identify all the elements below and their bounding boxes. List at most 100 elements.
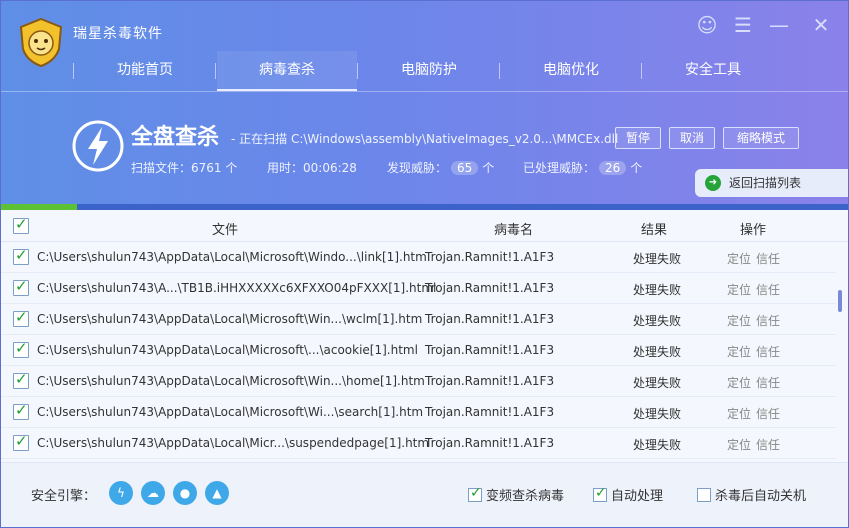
locate-link[interactable]: 定位 bbox=[727, 312, 751, 329]
table-row[interactable]: ✓ C:\Users\shulun743\A...\TB1B.iHHXXXXXc6… bbox=[1, 273, 836, 304]
nav-divider bbox=[215, 63, 216, 79]
trust-link[interactable]: 信任 bbox=[756, 405, 780, 422]
row-checkbox[interactable]: ✓ bbox=[13, 401, 29, 420]
tab-home[interactable]: 功能首页 bbox=[75, 51, 215, 91]
virus-name: Trojan.Ramnit!1.A1F3 bbox=[425, 405, 555, 419]
lightning-engine-icon[interactable]: ϟ bbox=[109, 481, 133, 505]
user-engine-icon[interactable]: ● bbox=[173, 481, 197, 505]
check-icon: ✓ bbox=[15, 215, 28, 233]
back-label: 返回扫描列表 bbox=[729, 176, 802, 190]
locate-link[interactable]: 定位 bbox=[727, 374, 751, 391]
trust-link[interactable]: 信任 bbox=[756, 281, 780, 298]
trust-link[interactable]: 信任 bbox=[756, 312, 780, 329]
cloud-engine-icon[interactable]: ☁ bbox=[141, 481, 165, 505]
scan-result: 处理失败 bbox=[633, 376, 682, 390]
locate-link[interactable]: 定位 bbox=[727, 250, 751, 267]
locate-link[interactable]: 定位 bbox=[727, 436, 751, 453]
check-icon: ✓ bbox=[15, 432, 28, 450]
virus-name: Trojan.Ramnit!1.A1F3 bbox=[425, 250, 555, 264]
trust-link[interactable]: 信任 bbox=[756, 374, 780, 391]
elapsed-time-stat: 用时：00:06:28 bbox=[267, 161, 357, 175]
tab-virus-scan[interactable]: 病毒查杀 bbox=[217, 51, 357, 91]
drive-engine-icon[interactable]: ▲ bbox=[205, 481, 229, 505]
arrow-right-icon: ➜ bbox=[705, 175, 721, 191]
compact-mode-button[interactable]: 缩略模式 bbox=[723, 127, 799, 149]
scan-current-file: - 正在扫描 C:\Windows\assembly\NativeImages_… bbox=[231, 132, 619, 146]
footer: 安全引擎： ϟ ☁ ● ▲ ✓ 变频查杀病毒 ✓ 自动处理 杀毒后自动关机 bbox=[1, 462, 848, 527]
cancel-button[interactable]: 取消 bbox=[669, 127, 715, 149]
skin-icon[interactable]: ☺ bbox=[693, 13, 721, 37]
column-file: 文件 bbox=[212, 223, 239, 238]
nav-divider bbox=[357, 63, 358, 79]
row-checkbox[interactable]: ✓ bbox=[13, 277, 29, 296]
check-icon: ✓ bbox=[470, 485, 482, 501]
scanned-files-stat: 扫描文件：6761 个 bbox=[131, 161, 238, 175]
scan-result: 处理失败 bbox=[633, 252, 682, 266]
table-header: ✓ 文件 病毒名 结果 操作 bbox=[1, 210, 848, 242]
row-checkbox[interactable]: ✓ bbox=[13, 339, 29, 358]
auto-shutdown-label: 杀毒后自动关机 bbox=[715, 489, 807, 504]
file-path: C:\Users\shulun743\AppData\Local\Microso… bbox=[37, 312, 423, 326]
table-scrollbar[interactable] bbox=[836, 242, 848, 462]
check-icon: ✓ bbox=[15, 308, 28, 326]
locate-link[interactable]: 定位 bbox=[727, 343, 751, 360]
pause-button[interactable]: 暂停 bbox=[615, 127, 661, 149]
unit-label: 个 bbox=[630, 161, 643, 175]
file-path: C:\Users\shulun743\AppData\Local\Microso… bbox=[37, 374, 425, 388]
threat-table: ✓ 文件 病毒名 结果 操作 ✓ C:\Users\shulun743\AppDa… bbox=[1, 210, 848, 462]
option-auto-shutdown[interactable]: 杀毒后自动关机 bbox=[697, 485, 806, 504]
nav-underline bbox=[1, 91, 848, 92]
tab-protection[interactable]: 电脑防护 bbox=[359, 51, 499, 91]
table-row[interactable]: ✓ C:\Users\shulun743\AppData\Local\Micros… bbox=[1, 366, 836, 397]
title-bar: 瑞星杀毒软件 ☺ ☰ — ✕ bbox=[1, 1, 848, 67]
column-result: 结果 bbox=[641, 223, 668, 238]
header: 瑞星杀毒软件 ☺ ☰ — ✕ 功能首页 病毒查杀 电脑防护 电脑优化 安全工具 … bbox=[1, 1, 848, 210]
select-all-checkbox[interactable]: ✓ bbox=[13, 215, 29, 234]
row-checkbox[interactable]: ✓ bbox=[13, 308, 29, 327]
threats-found-stat: 发现威胁： 65 个 bbox=[387, 159, 494, 176]
close-icon[interactable]: ✕ bbox=[807, 13, 835, 37]
virus-name: Trojan.Ramnit!1.A1F3 bbox=[425, 343, 555, 357]
threats-found-count: 65 bbox=[451, 161, 479, 175]
table-row[interactable]: ✓ C:\Users\shulun743\AppData\Local\Micr..… bbox=[1, 428, 836, 459]
minimize-icon[interactable]: — bbox=[765, 13, 793, 37]
trust-link[interactable]: 信任 bbox=[756, 343, 780, 360]
table-row[interactable]: ✓ C:\Users\shulun743\AppData\Local\Micros… bbox=[1, 304, 836, 335]
file-path: C:\Users\shulun743\AppData\Local\Microso… bbox=[37, 405, 424, 419]
frequency-scan-checkbox[interactable]: ✓ bbox=[468, 485, 482, 502]
tab-security-tools[interactable]: 安全工具 bbox=[643, 51, 783, 91]
table-row[interactable]: ✓ C:\Users\shulun743\AppData\Local\Micros… bbox=[1, 397, 836, 428]
column-action: 操作 bbox=[740, 223, 767, 238]
table-row[interactable]: ✓ C:\Users\shulun743\AppData\Local\Micros… bbox=[1, 242, 836, 273]
file-path: C:\Users\shulun743\AppData\Local\Microso… bbox=[37, 250, 427, 264]
check-icon: ✓ bbox=[15, 401, 28, 419]
option-auto-handle[interactable]: ✓ 自动处理 bbox=[593, 485, 663, 504]
threats-handled-stat: 已处理威胁： 26 个 bbox=[523, 159, 642, 176]
check-icon: ✓ bbox=[595, 485, 607, 501]
virus-name: Trojan.Ramnit!1.A1F3 bbox=[425, 374, 555, 388]
menu-icon[interactable]: ☰ bbox=[729, 13, 757, 37]
app-window: 瑞星杀毒软件 ☺ ☰ — ✕ 功能首页 病毒查杀 电脑防护 电脑优化 安全工具 … bbox=[0, 0, 849, 528]
back-to-scan-list-button[interactable]: ➜ 返回扫描列表 bbox=[695, 169, 848, 197]
file-path: C:\Users\shulun743\A...\TB1B.iHHXXXXXc6X… bbox=[37, 281, 437, 295]
option-frequency-scan[interactable]: ✓ 变频查杀病毒 bbox=[468, 485, 564, 504]
auto-shutdown-checkbox[interactable] bbox=[697, 488, 711, 502]
locate-link[interactable]: 定位 bbox=[727, 281, 751, 298]
row-checkbox[interactable]: ✓ bbox=[13, 246, 29, 265]
row-checkbox[interactable]: ✓ bbox=[13, 370, 29, 389]
scan-result: 处理失败 bbox=[633, 438, 682, 452]
nav-divider bbox=[73, 63, 74, 79]
virus-name: Trojan.Ramnit!1.A1F3 bbox=[425, 436, 555, 450]
table-row[interactable]: ✓ C:\Users\shulun743\AppData\Local\Micros… bbox=[1, 335, 836, 366]
trust-link[interactable]: 信任 bbox=[756, 436, 780, 453]
auto-handle-checkbox[interactable]: ✓ bbox=[593, 485, 607, 502]
tab-optimize[interactable]: 电脑优化 bbox=[501, 51, 641, 91]
check-icon: ✓ bbox=[15, 339, 28, 357]
trust-link[interactable]: 信任 bbox=[756, 250, 780, 267]
file-path: C:\Users\shulun743\AppData\Local\Micr...… bbox=[37, 436, 430, 450]
scrollbar-thumb[interactable] bbox=[838, 290, 842, 312]
row-checkbox[interactable]: ✓ bbox=[13, 432, 29, 451]
locate-link[interactable]: 定位 bbox=[727, 405, 751, 422]
column-virus: 病毒名 bbox=[494, 223, 534, 238]
scan-result: 处理失败 bbox=[633, 345, 682, 359]
